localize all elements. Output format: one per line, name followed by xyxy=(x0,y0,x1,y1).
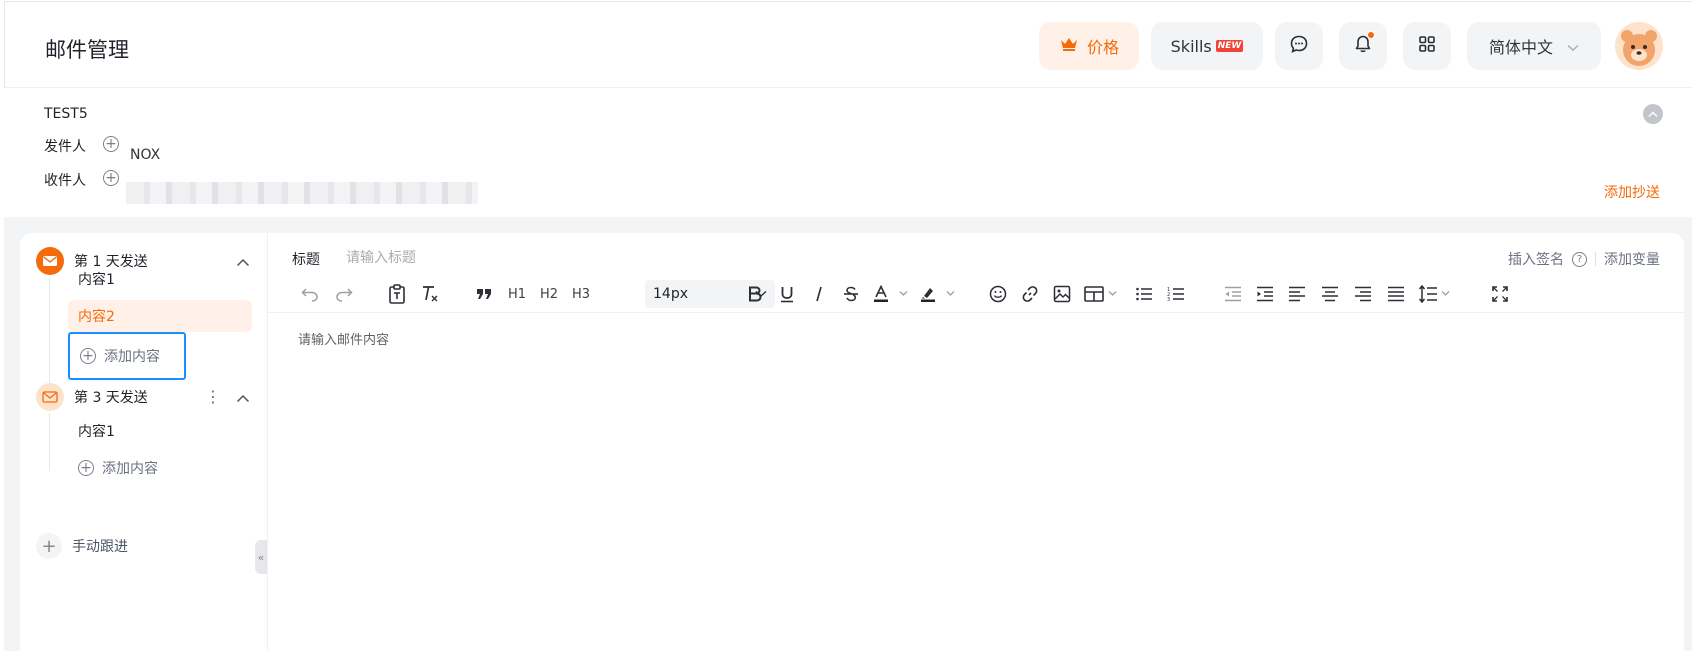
add-variable-link[interactable]: 添加变量 xyxy=(1604,249,1660,269)
bold-icon[interactable] xyxy=(743,281,767,307)
plus-circle-icon: + xyxy=(80,348,96,364)
content-item[interactable]: 内容1 xyxy=(68,415,252,447)
fullscreen-icon[interactable] xyxy=(1488,281,1512,307)
skills-button[interactable]: Skills NEW xyxy=(1151,22,1263,70)
manual-followup-label: 手动跟进 xyxy=(72,539,128,555)
envelope-icon xyxy=(36,247,64,275)
manual-followup-button[interactable]: + 手动跟进 xyxy=(36,533,128,559)
undo-icon[interactable] xyxy=(298,281,322,307)
chat-bubble-icon xyxy=(1289,34,1309,58)
table-icon[interactable] xyxy=(1082,281,1122,307)
svg-text:3: 3 xyxy=(1167,297,1170,302)
plus-circle-icon: + xyxy=(78,460,94,476)
add-sender-icon[interactable]: + xyxy=(103,136,119,152)
heading-2-button[interactable]: H2 xyxy=(536,281,562,307)
emoji-icon[interactable] xyxy=(986,281,1010,307)
line-height-icon[interactable] xyxy=(1416,281,1456,307)
content-item-active[interactable]: 内容2 xyxy=(68,300,252,332)
chat-button[interactable] xyxy=(1275,22,1323,70)
numbered-list-icon[interactable]: 123 xyxy=(1164,281,1188,307)
align-justify-icon[interactable] xyxy=(1384,281,1408,307)
strikethrough-icon[interactable] xyxy=(839,281,863,307)
bear-avatar-icon xyxy=(1615,22,1663,70)
add-content-label: 添加内容 xyxy=(102,461,158,477)
outdent-icon[interactable] xyxy=(1221,281,1245,307)
crown-icon xyxy=(1059,36,1079,56)
sequence-panel: 第 1 天发送 内容1 内容2 + 添加内容 第 3 天发送 ⋮ 内容1 + 添… xyxy=(20,233,267,651)
new-badge: NEW xyxy=(1215,40,1244,52)
font-size-value: 14px xyxy=(653,286,688,302)
page-title: 邮件管理 xyxy=(45,38,129,62)
tree-line xyxy=(49,277,50,387)
help-icon[interactable]: ? xyxy=(1572,251,1587,267)
align-right-icon[interactable] xyxy=(1351,281,1375,307)
chevron-up-icon[interactable] xyxy=(235,391,251,407)
recipient-list-blurred xyxy=(126,182,478,204)
text-color-icon[interactable] xyxy=(871,281,911,307)
mail-info-panel: TEST5 发件人 + NOX 收件人 + 添加抄送 xyxy=(4,88,1692,217)
underline-icon[interactable] xyxy=(775,281,799,307)
blockquote-icon[interactable] xyxy=(472,281,496,307)
day-3-header[interactable]: 第 3 天发送 xyxy=(36,383,148,411)
bullet-list-icon[interactable] xyxy=(1132,281,1156,307)
editor-toolbar: H1 H2 H3 14px 1 2 3 xyxy=(268,275,1685,313)
align-center-icon[interactable] xyxy=(1318,281,1342,307)
add-content-button[interactable]: + 添加内容 xyxy=(68,332,186,380)
collapse-sidebar-handle[interactable]: « xyxy=(255,540,267,574)
envelope-icon xyxy=(36,383,64,411)
plus-icon: + xyxy=(36,533,62,559)
highlight-color-icon[interactable] xyxy=(918,281,958,307)
pricing-label: 价格 xyxy=(1086,38,1119,57)
more-options-icon[interactable]: ⋮ xyxy=(205,387,221,406)
notification-button[interactable] xyxy=(1339,22,1387,70)
paste-text-icon[interactable] xyxy=(385,281,409,307)
sender-value: NOX xyxy=(130,147,161,163)
mail-name: TEST5 xyxy=(44,106,88,122)
indent-icon[interactable] xyxy=(1253,281,1277,307)
day-3-label: 第 3 天发送 xyxy=(74,390,148,406)
pricing-button[interactable]: 价格 xyxy=(1039,22,1139,70)
content-item-label: 内容2 xyxy=(78,309,115,325)
language-label: 简体中文 xyxy=(1488,38,1553,57)
email-editor: 标题 插入签名 ? 添加变量 H1 H2 H3 14px xyxy=(267,233,1685,651)
skills-label: Skills xyxy=(1170,36,1212,56)
add-cc-link[interactable]: 添加抄送 xyxy=(1604,182,1660,202)
align-left-icon[interactable] xyxy=(1285,281,1309,307)
italic-icon[interactable] xyxy=(807,281,831,307)
language-select[interactable]: 简体中文 xyxy=(1467,22,1601,70)
redo-icon[interactable] xyxy=(332,281,356,307)
tree-line xyxy=(49,413,50,471)
heading-3-button[interactable]: H3 xyxy=(568,281,594,307)
grid-icon xyxy=(1417,34,1437,58)
apps-button[interactable] xyxy=(1403,22,1451,70)
top-bar: 邮件管理 价格 Skills NEW 简体中文 xyxy=(4,1,1692,88)
chevron-up-icon xyxy=(1648,110,1658,117)
content-item-label: 内容1 xyxy=(78,272,115,288)
clear-format-icon[interactable] xyxy=(418,281,442,307)
link-icon[interactable] xyxy=(1018,281,1042,307)
add-content-button[interactable]: + 添加内容 xyxy=(68,452,158,484)
subject-label: 标题 xyxy=(292,252,320,268)
insert-signature-link[interactable]: 插入签名 xyxy=(1508,249,1564,269)
add-recipient-icon[interactable]: + xyxy=(103,170,119,186)
heading-1-button[interactable]: H1 xyxy=(504,281,530,307)
chevron-down-icon xyxy=(1567,37,1579,56)
content-item-label: 内容1 xyxy=(78,424,115,440)
add-content-label: 添加内容 xyxy=(104,349,160,365)
collapse-button[interactable] xyxy=(1643,104,1663,124)
notification-dot xyxy=(1367,31,1375,39)
recipient-label: 收件人 xyxy=(44,173,86,189)
email-body-editor[interactable]: 请输入邮件内容 xyxy=(298,329,389,348)
sender-label: 发件人 xyxy=(44,139,86,155)
image-icon[interactable] xyxy=(1050,281,1074,307)
subject-input[interactable] xyxy=(346,245,846,271)
content-item[interactable]: 内容1 xyxy=(68,263,252,295)
editor-links: 插入签名 ? 添加变量 xyxy=(1508,249,1660,269)
divider xyxy=(1595,252,1596,266)
avatar[interactable] xyxy=(1615,22,1663,70)
